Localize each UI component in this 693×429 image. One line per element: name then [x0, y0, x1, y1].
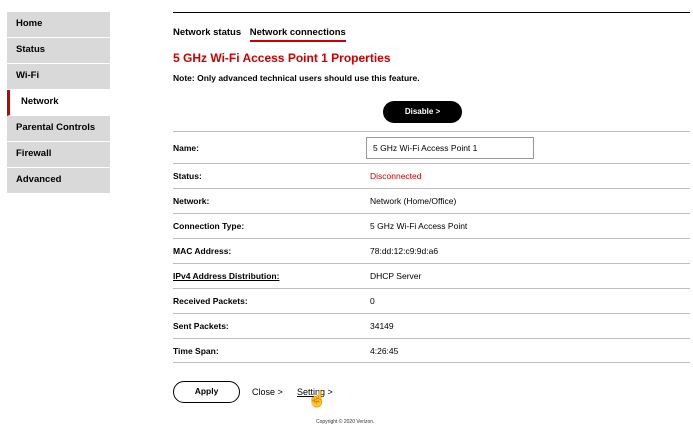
table-row: Name:	[173, 131, 690, 163]
sidebar-item-advanced[interactable]: Advanced	[7, 168, 110, 194]
table-row: MAC Address: 78:dd:12:c9:9d:a6	[173, 238, 690, 263]
table-row: Connection Type: 5 GHz Wi-Fi Access Poin…	[173, 213, 690, 238]
time-span-value: 4:26:45	[370, 346, 399, 356]
status-label: Status:	[173, 171, 202, 181]
table-row: IPv4 Address Distribution: DHCP Server	[173, 263, 690, 288]
table-row: Time Span: 4:26:45	[173, 338, 690, 363]
sidebar-item-home[interactable]: Home	[7, 12, 110, 38]
connection-type-label: Connection Type:	[173, 221, 245, 231]
close-link[interactable]: Close >	[252, 387, 283, 397]
connection-type-value: 5 GHz Wi-Fi Access Point	[370, 221, 468, 231]
sidebar-item-firewall[interactable]: Firewall	[7, 142, 110, 168]
mac-address-label: MAC Address:	[173, 246, 232, 256]
tab-bar: Network status Network connections	[173, 27, 352, 42]
received-packets-label: Received Packets:	[173, 296, 248, 306]
table-row: Sent Packets: 34149	[173, 313, 690, 338]
sidebar: Home Status Wi-Fi Network Parental Contr…	[7, 12, 110, 194]
ipv4-distribution-value: DHCP Server	[370, 271, 422, 281]
sidebar-item-parental-controls[interactable]: Parental Controls	[7, 116, 110, 142]
network-value: Network (Home/Office)	[370, 196, 457, 206]
sent-packets-value: 34149	[370, 321, 394, 331]
name-input[interactable]	[366, 137, 534, 159]
status-value: Disconnected	[370, 171, 422, 181]
properties-table: Name: Status: Disconnected Network: Netw…	[173, 131, 690, 363]
top-divider	[173, 12, 690, 13]
sidebar-item-wifi[interactable]: Wi-Fi	[7, 64, 110, 90]
apply-button[interactable]: Apply	[173, 381, 240, 403]
network-label: Network:	[173, 196, 210, 206]
sidebar-item-network[interactable]: Network	[7, 90, 110, 116]
received-packets-value: 0	[370, 296, 375, 306]
table-row: Network: Network (Home/Office)	[173, 188, 690, 213]
copyright: Copyright © 2020 Verizon.	[316, 419, 375, 425]
ipv4-distribution-link[interactable]: IPv4 Address Distribution:	[173, 264, 279, 289]
advanced-note: Note: Only advanced technical users shou…	[173, 73, 420, 83]
hand-pointer-icon: ☝	[307, 391, 327, 408]
sent-packets-label: Sent Packets:	[173, 321, 229, 331]
tab-network-connections[interactable]: Network connections	[249, 27, 346, 42]
setting-chevron: >	[327, 387, 333, 397]
time-span-label: Time Span:	[173, 346, 219, 356]
mac-address-value: 78:dd:12:c9:9d:a6	[370, 246, 439, 256]
page-title: 5 GHz Wi-Fi Access Point 1 Properties	[173, 51, 391, 65]
sidebar-item-status[interactable]: Status	[7, 38, 110, 64]
table-row: Status: Disconnected	[173, 163, 690, 188]
disable-button[interactable]: Disable >	[383, 101, 462, 123]
name-label: Name:	[173, 143, 199, 153]
table-row: Received Packets: 0	[173, 288, 690, 313]
tab-network-status[interactable]: Network status	[173, 27, 241, 38]
